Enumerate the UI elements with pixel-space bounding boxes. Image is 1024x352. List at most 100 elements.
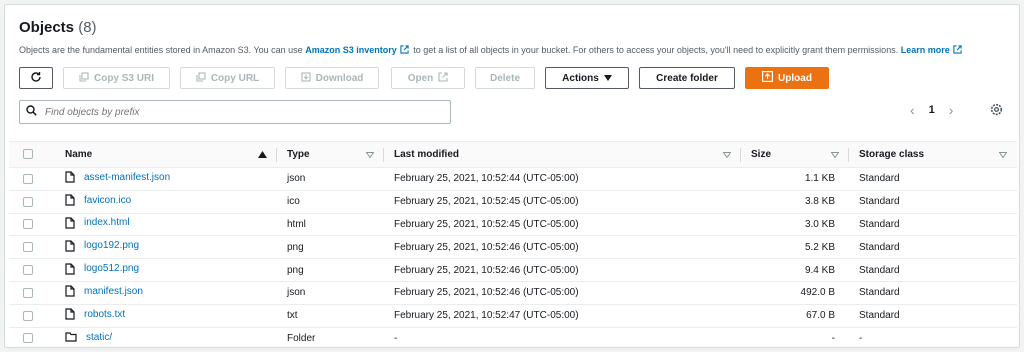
table-row[interactable]: favicon.ico ico February 25, 2021, 10:52:4… bbox=[9, 190, 1017, 214]
current-page[interactable]: 1 bbox=[929, 104, 935, 116]
size-cell: 9.4 KB bbox=[804, 264, 835, 276]
row-checkbox[interactable] bbox=[23, 264, 33, 275]
create-folder-button[interactable]: Create folder bbox=[639, 67, 735, 89]
copy-icon bbox=[196, 71, 206, 85]
size-cell: 67.0 B bbox=[806, 310, 835, 322]
select-all-cell bbox=[9, 142, 49, 168]
object-name-link[interactable]: favicon.ico bbox=[84, 195, 131, 206]
storage-class-cell: Standard bbox=[859, 287, 900, 299]
object-name-link[interactable]: index.html bbox=[84, 217, 130, 228]
storage-class-cell: - bbox=[859, 332, 863, 344]
storage-class-cell: Standard bbox=[859, 218, 900, 230]
row-checkbox[interactable] bbox=[23, 287, 33, 298]
object-name-link[interactable]: logo192.png bbox=[84, 240, 139, 251]
open-button[interactable]: Open bbox=[391, 67, 465, 89]
folder-icon bbox=[65, 332, 77, 342]
table-row[interactable]: robots.txt txt February 25, 2021, 10:52:47… bbox=[9, 304, 1017, 328]
last-modified-cell: February 25, 2021, 10:52:47 (UTC-05:00) bbox=[394, 310, 579, 322]
last-modified-cell: - bbox=[394, 332, 398, 344]
select-cell bbox=[9, 259, 49, 282]
storage-class-cell: Standard bbox=[859, 310, 900, 322]
download-button[interactable]: Download bbox=[285, 67, 379, 89]
last-modified-cell: February 25, 2021, 10:52:46 (UTC-05:00) bbox=[394, 264, 579, 276]
column-storage-class[interactable]: Storage class bbox=[849, 142, 1017, 168]
inventory-link[interactable]: Amazon S3 inventory bbox=[305, 45, 397, 55]
description-text: Objects are the fundamental entities sto… bbox=[19, 45, 303, 55]
table-row[interactable]: static/Folder - - - bbox=[9, 327, 1017, 350]
column-size[interactable]: Size bbox=[741, 142, 849, 168]
size-cell: 492.0 B bbox=[800, 287, 835, 299]
object-name-link[interactable]: static/ bbox=[86, 332, 112, 343]
table-row[interactable]: index.html html February 25, 2021, 10:52:4… bbox=[9, 213, 1017, 236]
object-name-link[interactable]: logo512.png bbox=[84, 263, 139, 274]
row-checkbox[interactable] bbox=[23, 310, 33, 321]
table-row[interactable]: asset-manifest.json json February 25, 2021… bbox=[9, 168, 1017, 191]
storage-class-cell: Standard bbox=[859, 241, 900, 253]
object-name-link[interactable]: robots.txt bbox=[84, 309, 125, 320]
object-name-link[interactable]: asset-manifest.json bbox=[84, 172, 170, 183]
upload-label: Upload bbox=[778, 72, 812, 84]
sort-icon bbox=[830, 150, 840, 161]
row-checkbox[interactable] bbox=[23, 173, 33, 184]
type-cell: png bbox=[287, 241, 304, 253]
select-cell bbox=[9, 190, 49, 213]
upload-icon bbox=[762, 71, 774, 85]
upload-button[interactable]: Upload bbox=[745, 67, 829, 89]
copy-url-button[interactable]: Copy URL bbox=[180, 67, 275, 89]
actions-label: Actions bbox=[562, 72, 599, 84]
last-modified-cell: February 25, 2021, 10:52:46 (UTC-05:00) bbox=[394, 287, 579, 299]
copy-icon bbox=[79, 71, 89, 85]
description-text-2: to get a list of all objects in your buc… bbox=[413, 45, 899, 55]
table-row[interactable]: manifest.json json February 25, 2021, 10:5… bbox=[9, 281, 1017, 305]
type-cell: ico bbox=[287, 196, 300, 208]
last-modified-cell: February 25, 2021, 10:52:45 (UTC-05:00) bbox=[394, 218, 579, 230]
column-name[interactable]: Name bbox=[49, 142, 277, 168]
name-cell: static/ bbox=[49, 327, 277, 350]
type-cell: json bbox=[287, 173, 306, 185]
search-icon bbox=[26, 103, 37, 121]
copy-s3-uri-button[interactable]: Copy S3 URI bbox=[63, 67, 170, 89]
objects-panel: Objects (8) Objects are the fundamental … bbox=[4, 4, 1020, 350]
select-cell bbox=[9, 304, 49, 327]
description: Objects are the fundamental entities sto… bbox=[19, 45, 1005, 56]
file-icon bbox=[65, 171, 75, 183]
type-cell: html bbox=[287, 218, 306, 230]
select-all-checkbox[interactable] bbox=[23, 149, 33, 160]
column-last-modified[interactable]: Last modified bbox=[384, 142, 741, 168]
refresh-button[interactable] bbox=[19, 67, 53, 89]
object-count: (8) bbox=[78, 19, 97, 36]
search-input[interactable] bbox=[43, 105, 423, 119]
last-modified-cell: February 25, 2021, 10:52:45 (UTC-05:00) bbox=[394, 196, 579, 208]
name-cell: index.html bbox=[49, 213, 277, 236]
row-checkbox[interactable] bbox=[23, 333, 33, 344]
size-cell: - bbox=[831, 332, 835, 344]
last-modified-cell: February 25, 2021, 10:52:46 (UTC-05:00) bbox=[394, 241, 579, 253]
column-type[interactable]: Type bbox=[277, 142, 384, 168]
settings-button[interactable] bbox=[990, 103, 1003, 121]
row-checkbox[interactable] bbox=[23, 196, 33, 207]
sort-icon bbox=[722, 150, 732, 161]
file-icon bbox=[65, 217, 75, 229]
size-cell: 3.0 KB bbox=[804, 218, 835, 230]
refresh-icon bbox=[30, 71, 42, 86]
title-text: Objects bbox=[19, 19, 75, 36]
copy-url-label: Copy URL bbox=[210, 72, 260, 84]
table-row[interactable]: logo512.png png February 25, 2021, 10:52:4… bbox=[9, 259, 1017, 282]
table-row[interactable]: logo192.png png February 25, 2021, 10:52:4… bbox=[9, 236, 1017, 259]
learn-more-link[interactable]: Learn more bbox=[901, 45, 950, 55]
sort-icon bbox=[998, 150, 1008, 161]
caret-down-icon bbox=[603, 73, 612, 84]
row-checkbox[interactable] bbox=[23, 219, 33, 230]
objects-header: Objects (8) Objects are the fundamental … bbox=[19, 19, 1005, 56]
file-icon bbox=[65, 285, 75, 297]
external-link-icon bbox=[438, 71, 448, 85]
file-icon bbox=[65, 240, 75, 252]
object-name-link[interactable]: manifest.json bbox=[84, 286, 143, 297]
download-label: Download bbox=[315, 72, 364, 84]
row-checkbox[interactable] bbox=[23, 242, 33, 253]
name-cell: asset-manifest.json bbox=[49, 168, 277, 191]
chevron-left-icon[interactable]: ‹ bbox=[910, 102, 915, 118]
actions-dropdown[interactable]: Actions bbox=[545, 67, 629, 89]
chevron-right-icon[interactable]: › bbox=[949, 102, 954, 118]
delete-button[interactable]: Delete bbox=[475, 67, 535, 89]
